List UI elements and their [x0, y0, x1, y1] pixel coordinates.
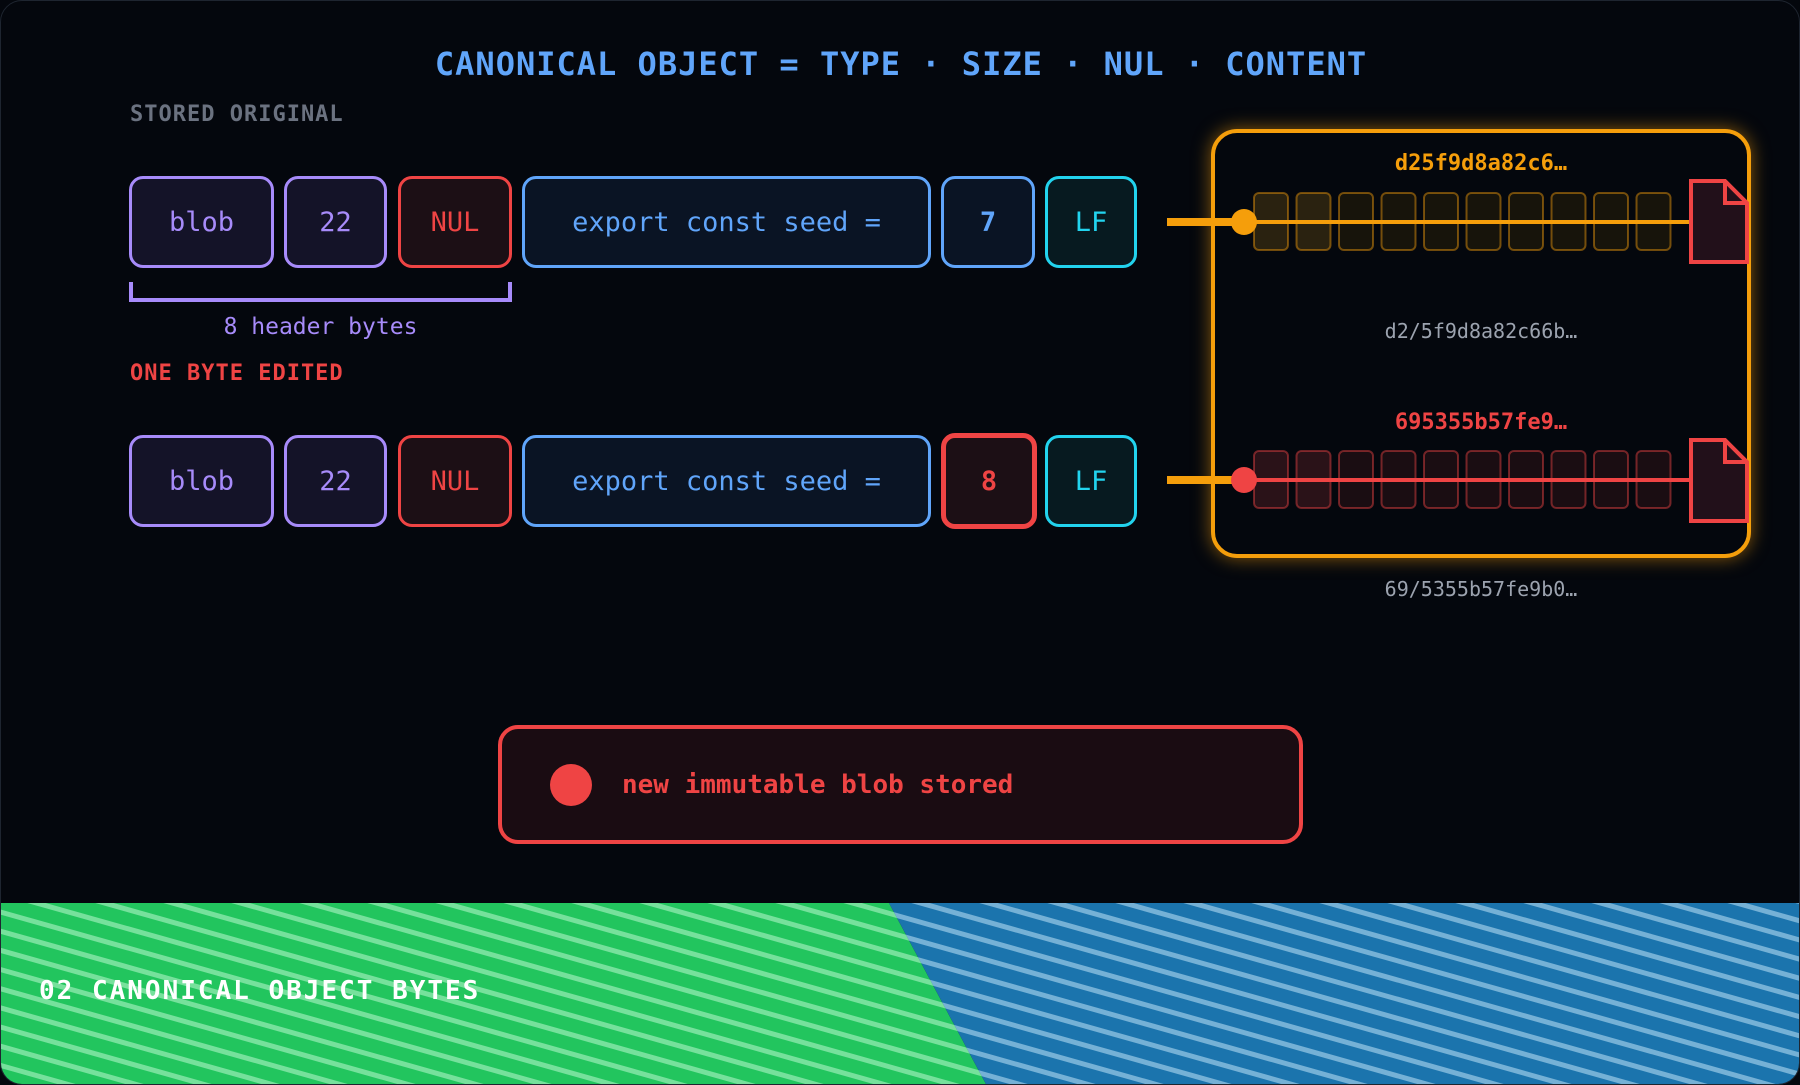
canvas-frame: CANONICAL OBJECT = TYPE · SIZE · NUL · C…	[0, 0, 1800, 1085]
connector-dot	[1231, 467, 1257, 493]
status-banner: new immutable blob stored	[498, 725, 1303, 844]
object-file-icon	[1689, 438, 1749, 523]
status-text: new immutable blob stored	[622, 769, 1014, 800]
object-file-icon	[1689, 179, 1749, 264]
status-dot-icon	[550, 763, 592, 806]
connector-dot	[1231, 209, 1257, 235]
byte-strip-original	[1231, 192, 1708, 251]
footer-label: 02 CANONICAL OBJECT BYTES	[39, 976, 481, 1006]
byte-strip-edited	[1231, 450, 1708, 509]
